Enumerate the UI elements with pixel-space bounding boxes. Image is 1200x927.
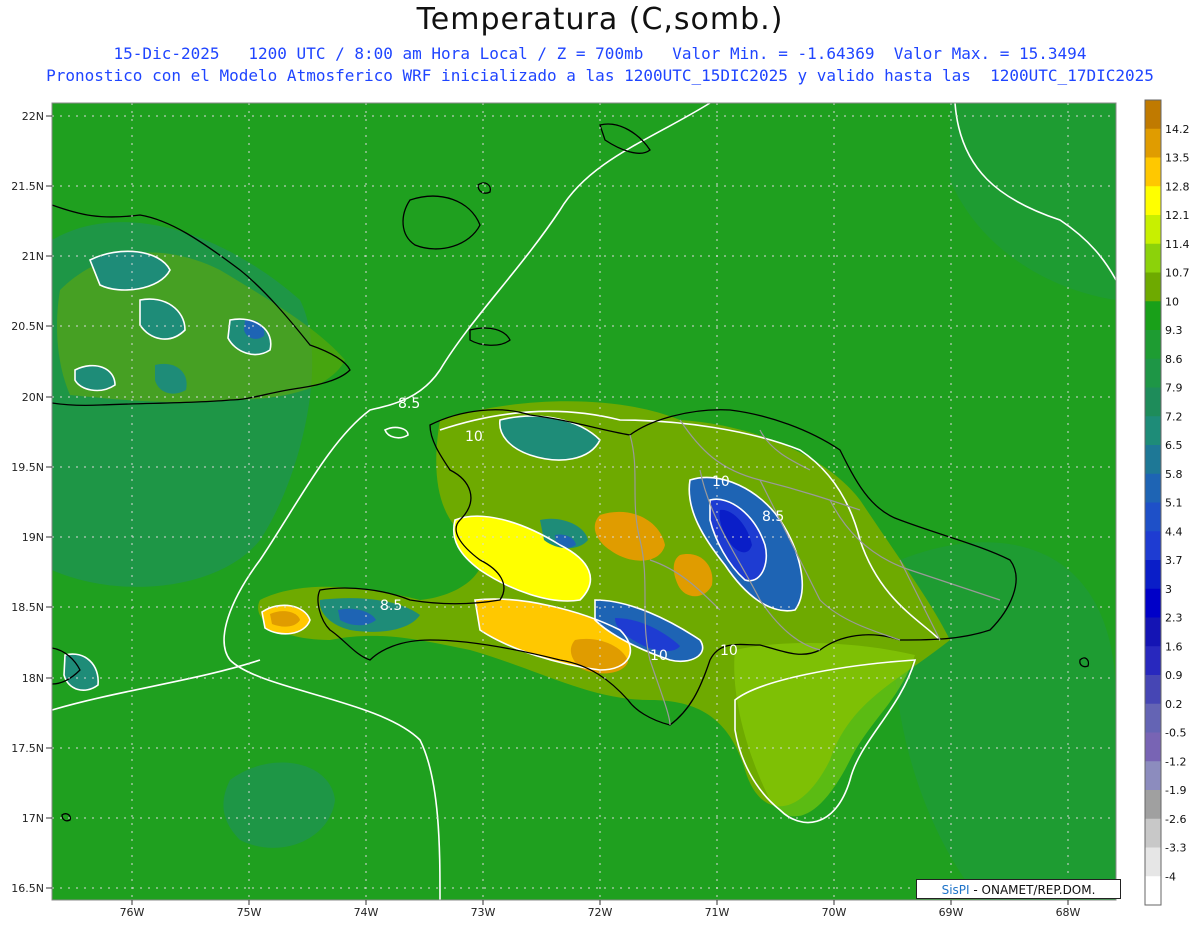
colorbar-label: 9.3 bbox=[1165, 324, 1183, 337]
colorbar-swatch bbox=[1145, 416, 1161, 446]
colorbar-swatch bbox=[1145, 502, 1161, 532]
colorbar-label: 12.1 bbox=[1165, 209, 1190, 222]
colorbar-swatch bbox=[1145, 617, 1161, 647]
longitude-axis: 76W 75W 74W 73W 72W 71W 70W 69W 68W bbox=[120, 900, 1081, 919]
colorbar-label: 14.2 bbox=[1165, 123, 1190, 136]
colorbar-swatch bbox=[1145, 215, 1161, 245]
latitude-tick-label: 16.5N bbox=[11, 882, 44, 895]
colorbar-swatch bbox=[1145, 272, 1161, 302]
longitude-tick-label: 72W bbox=[588, 906, 613, 919]
latitude-tick-label: 17N bbox=[22, 812, 44, 825]
colorbar-label: 12.8 bbox=[1165, 180, 1190, 193]
colorbar-label: 0.9 bbox=[1165, 669, 1183, 682]
contour-label: 8.5 bbox=[398, 396, 420, 412]
colorbar-label: 8.6 bbox=[1165, 353, 1183, 366]
contour-label: 10 bbox=[720, 643, 738, 659]
colorbar-label: -1.2 bbox=[1165, 755, 1186, 768]
contour-label: 8.5 bbox=[762, 509, 784, 525]
colorbar-swatch bbox=[1145, 560, 1161, 590]
colorbar-label: -2.6 bbox=[1165, 813, 1186, 826]
colorbar-label: 3 bbox=[1165, 583, 1172, 596]
colorbar-swatch bbox=[1145, 243, 1161, 273]
colorbar-label: -0.5 bbox=[1165, 727, 1186, 740]
longitude-tick-label: 73W bbox=[471, 906, 496, 919]
latitude-tick-label: 22N bbox=[22, 110, 44, 123]
contour-label: 8.5 bbox=[380, 598, 402, 614]
colorbar-label: 6.5 bbox=[1165, 439, 1183, 452]
colorbar-label: 3.7 bbox=[1165, 554, 1183, 567]
temperature-map: 8.5 10 10 8.5 10 8.5 10 22N 21.5N 21N 20.5N… bbox=[11, 99, 1190, 919]
colorbar-swatch bbox=[1145, 186, 1161, 216]
colorbar-label: 13.5 bbox=[1165, 152, 1190, 165]
credit-text: - ONAMET/REP.DOM. bbox=[969, 883, 1096, 897]
longitude-tick-label: 68W bbox=[1056, 906, 1081, 919]
colorbar-label: -3.3 bbox=[1165, 842, 1186, 855]
colorbar-label: 0.2 bbox=[1165, 698, 1183, 711]
colorbar-swatch bbox=[1145, 876, 1161, 906]
colorbar-swatch bbox=[1145, 301, 1161, 331]
colorbar-label: 7.9 bbox=[1165, 382, 1183, 395]
latitude-tick-label: 19N bbox=[22, 531, 44, 544]
longitude-tick-label: 76W bbox=[120, 906, 145, 919]
longitude-tick-label: 70W bbox=[822, 906, 847, 919]
colorbar-label: 11.4 bbox=[1165, 238, 1190, 251]
colorbar-swatch bbox=[1145, 387, 1161, 417]
contour-label: 10 bbox=[712, 474, 730, 490]
colorbar-swatch bbox=[1145, 531, 1161, 561]
contour-label: 10 bbox=[650, 648, 668, 664]
colorbar-swatch bbox=[1145, 847, 1161, 877]
latitude-tick-label: 21.5N bbox=[11, 180, 44, 193]
latitude-tick-label: 18.5N bbox=[11, 601, 44, 614]
longitude-tick-label: 71W bbox=[705, 906, 730, 919]
colorbar-legend: 14.2 13.5 12.8 12.1 11.4 10.7 10 9.3 8.6 7.9 7.2 6.… bbox=[1144, 99, 1190, 906]
colorbar-swatch bbox=[1145, 761, 1161, 791]
colorbar-swatch bbox=[1145, 128, 1161, 158]
colorbar-swatch bbox=[1145, 358, 1161, 388]
latitude-tick-label: 20N bbox=[22, 391, 44, 404]
colorbar-swatch bbox=[1145, 703, 1161, 733]
colorbar-label: -4 bbox=[1165, 870, 1176, 883]
colorbar-swatch bbox=[1145, 818, 1161, 848]
colorbar-label: -1.9 bbox=[1165, 784, 1186, 797]
colorbar-swatch bbox=[1145, 790, 1161, 820]
colorbar-swatch bbox=[1145, 732, 1161, 762]
longitude-tick-label: 75W bbox=[237, 906, 262, 919]
latitude-tick-label: 21N bbox=[22, 250, 44, 263]
colorbar-swatch bbox=[1145, 675, 1161, 705]
colorbar-label: 2.3 bbox=[1165, 612, 1183, 625]
colorbar-label: 10 bbox=[1165, 295, 1179, 308]
sispi-logo: SisPI bbox=[941, 883, 970, 897]
colorbar-label: 1.6 bbox=[1165, 640, 1183, 653]
colorbar-swatch bbox=[1145, 473, 1161, 503]
colorbar-swatch bbox=[1145, 445, 1161, 475]
colorbar-swatch bbox=[1145, 646, 1161, 676]
latitude-tick-label: 17.5N bbox=[11, 742, 44, 755]
colorbar-swatch bbox=[1145, 588, 1161, 618]
contour-label: 10 bbox=[465, 429, 483, 445]
longitude-tick-label: 69W bbox=[939, 906, 964, 919]
colorbar-swatch bbox=[1145, 100, 1161, 130]
colorbar-swatch bbox=[1145, 330, 1161, 360]
colorbar-label: 5.1 bbox=[1165, 497, 1183, 510]
latitude-tick-label: 19.5N bbox=[11, 461, 44, 474]
latitude-axis: 22N 21.5N 21N 20.5N 20N 19.5N 19N 18.5N 18N 17.5N… bbox=[11, 110, 52, 895]
colorbar-label: 4.4 bbox=[1165, 525, 1183, 538]
colorbar-swatch bbox=[1145, 157, 1161, 187]
latitude-tick-label: 18N bbox=[22, 672, 44, 685]
credit-box: SisPI - ONAMET/REP.DOM. bbox=[916, 879, 1121, 899]
longitude-tick-label: 74W bbox=[354, 906, 379, 919]
colorbar-label: 10.7 bbox=[1165, 267, 1190, 280]
latitude-tick-label: 20.5N bbox=[11, 320, 44, 333]
colorbar-label: 7.2 bbox=[1165, 410, 1183, 423]
colorbar-label: 5.8 bbox=[1165, 468, 1183, 481]
